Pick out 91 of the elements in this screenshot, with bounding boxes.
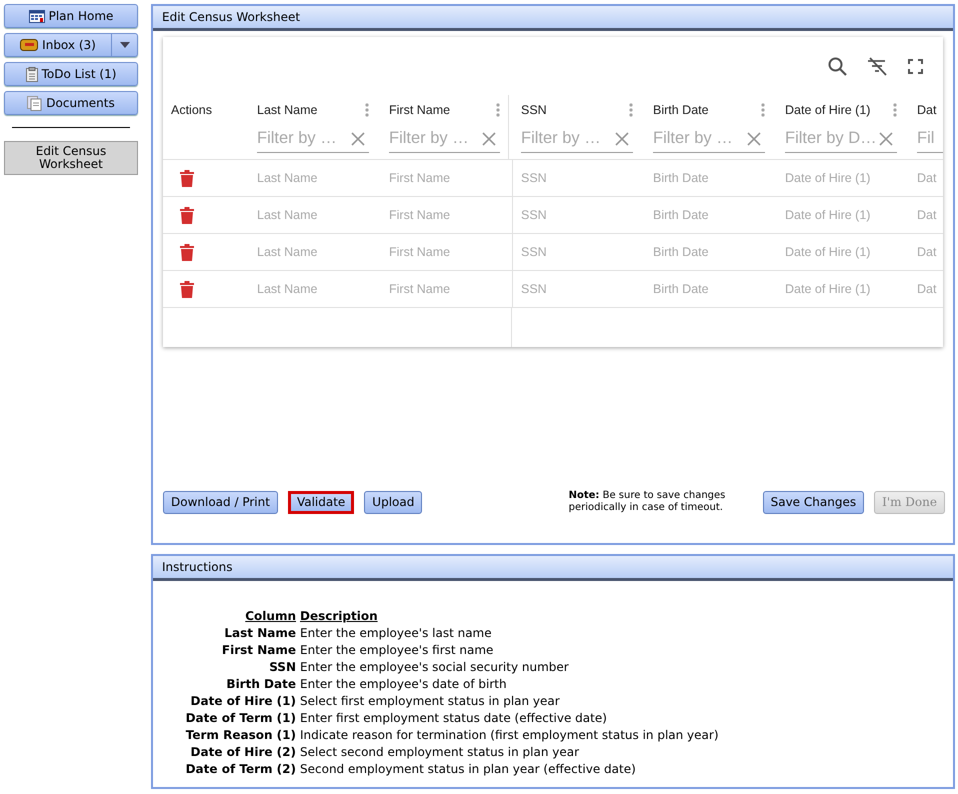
table-cell[interactable]: Dat bbox=[909, 271, 943, 307]
action-button[interactable]: Download / Print bbox=[163, 490, 278, 514]
table-cell[interactable]: Date of Hire (1) bbox=[777, 271, 909, 307]
nav-button[interactable]: Inbox (3) bbox=[4, 33, 138, 57]
panel-title: Instructions bbox=[162, 560, 232, 574]
table-cell[interactable]: SSN bbox=[513, 160, 645, 196]
column-description: Select first employment status in plan year bbox=[300, 694, 561, 708]
clear-icon[interactable] bbox=[747, 132, 761, 146]
delete-icon[interactable] bbox=[180, 280, 194, 298]
column-description: Enter the employee's date of birth bbox=[300, 677, 508, 691]
inbox-tray-icon bbox=[20, 39, 38, 51]
filter-field[interactable]: Filter by … bbox=[257, 125, 369, 153]
clear-icon[interactable] bbox=[615, 132, 629, 146]
column-name: Date of Hire (2) bbox=[190, 745, 296, 759]
column-header[interactable]: SSN bbox=[521, 103, 547, 117]
column-name: Term Reason (1) bbox=[184, 728, 296, 742]
documents-icon bbox=[27, 96, 42, 110]
column-name: Date of Term (1) bbox=[184, 711, 296, 725]
clear-icon[interactable] bbox=[482, 132, 496, 146]
delete-icon[interactable] bbox=[180, 206, 194, 224]
table-cell[interactable]: Birth Date bbox=[645, 160, 777, 196]
table-cell[interactable]: First Name bbox=[381, 160, 513, 196]
table-cell[interactable]: First Name bbox=[381, 197, 513, 233]
filter-field[interactable]: Filter by … bbox=[521, 125, 633, 153]
column-name: First Name bbox=[220, 643, 296, 657]
table-cell[interactable]: SSN bbox=[513, 197, 645, 233]
table-cell[interactable]: Date of Hire (1) bbox=[777, 234, 909, 270]
column-menu-icon[interactable] bbox=[629, 103, 633, 117]
nav-button[interactable]: Documents bbox=[4, 91, 138, 115]
column-description: Select second employment status in plan year bbox=[300, 745, 580, 759]
table-cell[interactable]: Dat bbox=[909, 197, 943, 233]
search-icon[interactable] bbox=[828, 56, 847, 76]
filter-field[interactable]: Filter by D… bbox=[785, 125, 897, 153]
column-name: Birth Date bbox=[225, 677, 296, 691]
column-name: Date of Term (2) bbox=[184, 762, 296, 776]
table-cell[interactable]: Dat bbox=[909, 160, 943, 196]
nav-button[interactable]: Plan Home bbox=[4, 4, 138, 28]
filter-field[interactable]: Fil bbox=[917, 125, 943, 153]
column-header[interactable]: Dat bbox=[917, 103, 936, 117]
table-cell[interactable]: First Name bbox=[381, 271, 513, 307]
column-name: SSN bbox=[268, 660, 296, 674]
action-button[interactable]: Upload bbox=[364, 490, 422, 514]
column-heading: Description bbox=[300, 609, 379, 623]
column-header[interactable]: Birth Date bbox=[653, 103, 709, 117]
calendar-icon bbox=[28, 10, 45, 22]
action-button[interactable]: Validate bbox=[288, 490, 354, 514]
column-name: Date of Hire (1) bbox=[190, 694, 296, 708]
panel-title: Edit Census Worksheet bbox=[162, 10, 300, 24]
current-page-item[interactable]: Edit Census Worksheet bbox=[4, 141, 138, 175]
nav-button[interactable]: ToDo List (1) bbox=[4, 62, 138, 86]
column-description: Enter the employee's last name bbox=[300, 626, 493, 640]
action-button[interactable]: Save Changes bbox=[762, 490, 864, 514]
table-cell[interactable]: SSN bbox=[513, 234, 645, 270]
column-description: Enter first employment status date (effective date) bbox=[300, 711, 608, 725]
column-menu-icon[interactable] bbox=[496, 103, 500, 117]
column-header: Actions bbox=[171, 103, 212, 117]
column-menu-icon[interactable] bbox=[365, 103, 369, 117]
column-menu-icon[interactable] bbox=[893, 103, 897, 117]
table-cell[interactable]: Last Name bbox=[249, 271, 381, 307]
table-cell[interactable]: Dat bbox=[909, 234, 943, 270]
column-header[interactable]: Last Name bbox=[257, 103, 318, 117]
clipboard-icon bbox=[26, 66, 38, 82]
table-cell[interactable]: Date of Hire (1) bbox=[777, 197, 909, 233]
table-cell[interactable]: Last Name bbox=[249, 234, 381, 270]
column-heading: Column bbox=[244, 609, 296, 623]
clear-icon[interactable] bbox=[879, 132, 893, 146]
column-description: Second employment status in plan year (effective date) bbox=[300, 762, 637, 776]
table-cell[interactable]: Birth Date bbox=[645, 234, 777, 270]
clear-icon[interactable] bbox=[351, 132, 365, 146]
delete-icon[interactable] bbox=[180, 244, 194, 260]
dropdown-caret-icon[interactable] bbox=[120, 42, 130, 48]
column-header[interactable]: First Name bbox=[389, 103, 450, 117]
table-cell[interactable]: SSN bbox=[513, 271, 645, 307]
table-cell[interactable]: Birth Date bbox=[645, 271, 777, 307]
column-description: Enter the employee's first name bbox=[300, 643, 494, 657]
column-menu-icon[interactable] bbox=[761, 103, 765, 117]
column-description: Enter the employee's social security number bbox=[300, 660, 570, 674]
column-description: Indicate reason for termination (first employment status in plan year) bbox=[300, 728, 720, 742]
fullscreen-icon[interactable] bbox=[908, 58, 923, 74]
filter-field[interactable]: Filter by … bbox=[389, 125, 500, 153]
table-cell[interactable]: Last Name bbox=[249, 160, 381, 196]
column-header[interactable]: Date of Hire (1) bbox=[785, 103, 870, 117]
column-name: Last Name bbox=[223, 626, 296, 640]
table-cell[interactable]: First Name bbox=[381, 234, 513, 270]
table-cell[interactable]: Date of Hire (1) bbox=[777, 160, 909, 196]
table-cell[interactable]: Birth Date bbox=[645, 197, 777, 233]
clear-filter-icon[interactable] bbox=[867, 56, 888, 76]
save-note: Note: Be sure to save changes periodically in case of timeout. bbox=[568, 490, 726, 514]
filter-field[interactable]: Filter by … bbox=[653, 125, 765, 153]
delete-icon[interactable] bbox=[180, 170, 194, 186]
table-cell[interactable]: Last Name bbox=[249, 197, 381, 233]
